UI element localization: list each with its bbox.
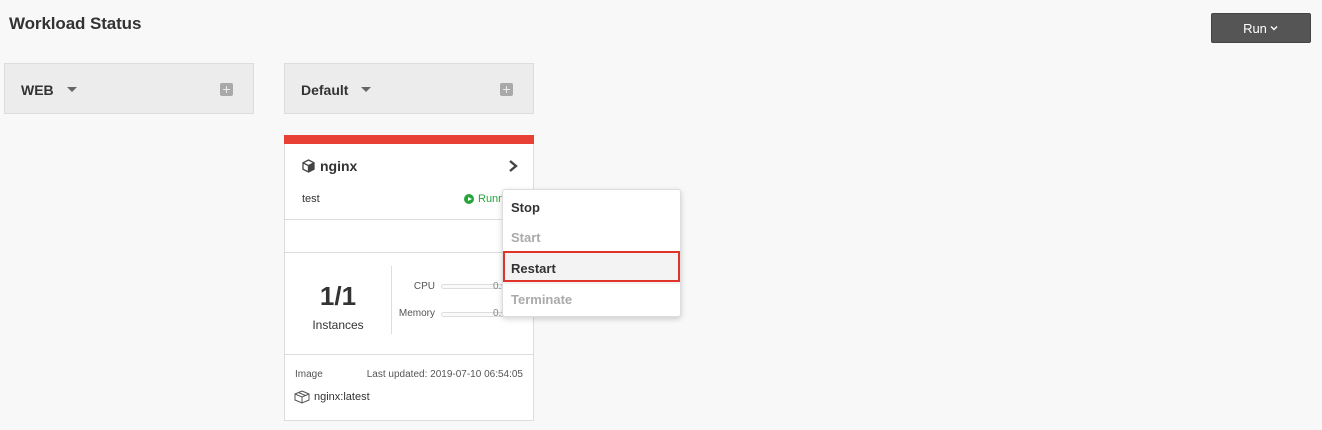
workload-description: test <box>302 193 320 205</box>
chevron-down-icon <box>1270 26 1278 31</box>
instances-count: 1/1 <box>319 281 357 311</box>
menu-item-terminate: Terminate <box>511 292 573 307</box>
workload-name[interactable]: nginx <box>320 158 357 174</box>
group-name: WEB <box>21 82 54 98</box>
group-default[interactable]: Default <box>284 63 534 114</box>
package-icon <box>294 390 310 404</box>
run-button-label: Run <box>1243 20 1267 36</box>
status-strip <box>284 135 534 144</box>
add-icon[interactable] <box>220 83 233 96</box>
image-value: nginx:latest <box>314 391 370 403</box>
cpu-label: CPU <box>413 281 435 292</box>
group-name: Default <box>301 82 349 98</box>
workload-name-row: nginx <box>302 158 357 174</box>
vertical-divider <box>391 266 392 334</box>
chevron-right-icon[interactable] <box>507 159 519 173</box>
context-menu: Stop Start Restart Terminate <box>502 189 681 317</box>
group-web[interactable]: WEB <box>4 63 254 114</box>
add-icon[interactable] <box>500 83 513 96</box>
divider <box>285 252 533 253</box>
caret-down-icon[interactable] <box>361 87 371 92</box>
divider <box>285 354 533 355</box>
divider <box>285 219 533 220</box>
memory-label: Memory <box>398 308 435 319</box>
image-row: nginx:latest <box>294 390 370 404</box>
last-updated: Last updated: 2019-07-10 06:54:05 <box>366 369 523 380</box>
caret-down-icon[interactable] <box>67 87 77 92</box>
menu-item-stop[interactable]: Stop <box>503 192 680 223</box>
workload-card[interactable]: nginx test Running 1/1 Instances CPU 0.0… <box>284 135 534 421</box>
instances-label: Instances <box>312 318 364 332</box>
run-button[interactable]: Run <box>1211 13 1311 43</box>
menu-item-restart[interactable]: Restart <box>503 253 680 284</box>
play-circle-icon <box>464 194 474 204</box>
page-title: Workload Status <box>9 14 142 33</box>
menu-item-start: Start <box>511 230 541 245</box>
cube-icon <box>302 159 315 173</box>
image-label: Image <box>295 369 323 380</box>
